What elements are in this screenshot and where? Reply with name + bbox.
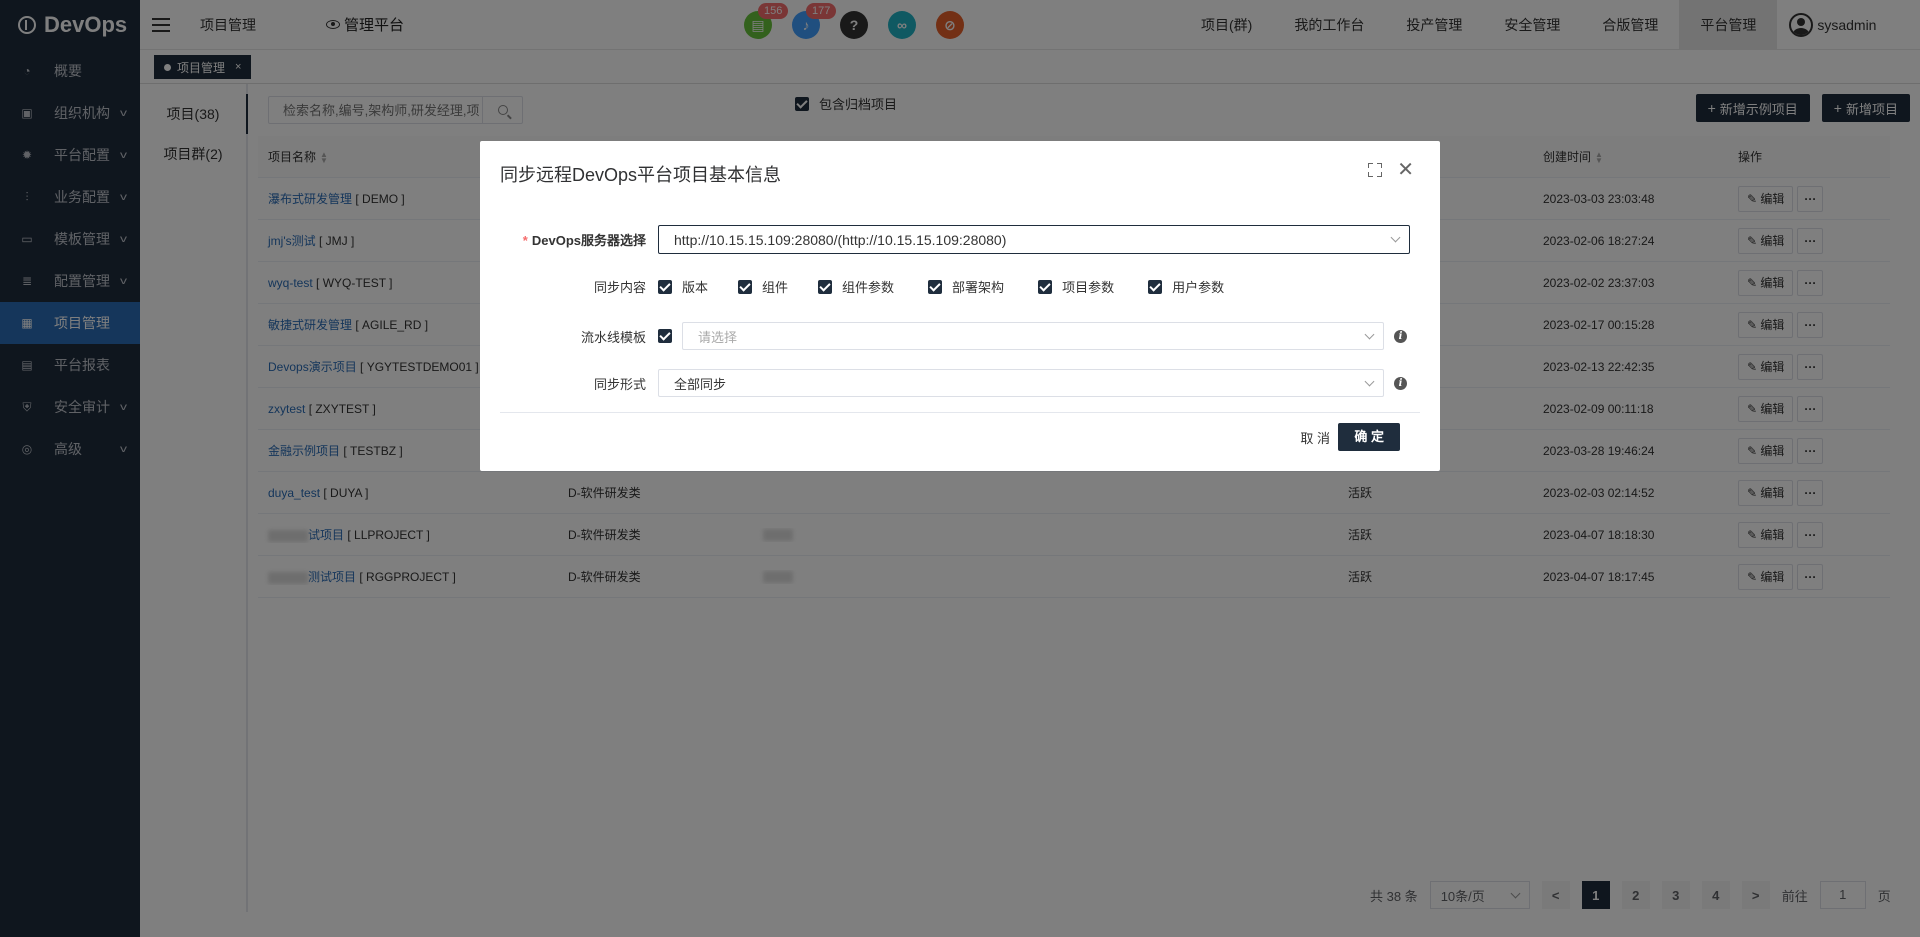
chevron-down-icon <box>1390 232 1401 243</box>
checkbox-checked-icon <box>928 279 943 294</box>
sync-item-checkbox[interactable]: 用户参数 <box>1148 277 1224 296</box>
checkbox-checked-icon <box>658 279 672 294</box>
checkbox-checked-icon <box>1038 279 1053 294</box>
sync-mode-row: 同步形式 全部同步 i <box>500 369 1407 397</box>
info-icon[interactable]: i <box>1394 376 1407 390</box>
sync-item-checkbox[interactable]: 版本 <box>658 277 708 296</box>
dialog-title: 同步远程DevOps平台项目基本信息 <box>500 165 782 185</box>
chevron-down-icon <box>1364 376 1375 386</box>
pipeline-row: 流水线模板 请选择 i <box>500 322 1407 350</box>
pipeline-label: 流水线模板 <box>580 329 646 345</box>
checkbox-checked-icon <box>818 279 833 294</box>
required-mark: * <box>522 233 528 248</box>
sync-content-row: 同步内容 版本 组件 组件参数 部署架构 项目参数 用户参数 <box>500 277 1224 296</box>
checkbox-checked-icon <box>1148 279 1163 294</box>
sync-dialog: 同步远程DevOps平台项目基本信息 ✕ * DevOps服务器选择 http:/… <box>480 141 1440 471</box>
sync-item-checkbox[interactable]: 组件 <box>738 277 788 296</box>
info-icon[interactable]: i <box>1394 329 1407 343</box>
sync-item-checkbox[interactable]: 组件参数 <box>818 277 894 296</box>
server-row: * DevOps服务器选择 http://10.15.15.109:28080/(… <box>500 225 1410 254</box>
pipeline-select[interactable]: 请选择 <box>682 322 1384 350</box>
sync-content-label: 同步内容 <box>593 280 646 295</box>
sync-item-checkbox[interactable]: 项目参数 <box>1038 277 1114 296</box>
sync-item-checkbox[interactable]: 部署架构 <box>928 277 1004 296</box>
server-label: DevOps服务器选择 <box>531 233 646 248</box>
pipeline-checkbox[interactable] <box>658 329 672 343</box>
sync-mode-select[interactable]: 全部同步 <box>658 369 1384 397</box>
fullscreen-icon[interactable] <box>1368 163 1382 177</box>
close-icon[interactable]: ✕ <box>1397 157 1414 182</box>
dialog-divider <box>500 412 1420 413</box>
cancel-button[interactable]: 取 消 <box>1290 425 1340 453</box>
server-select[interactable]: http://10.15.15.109:28080/(http://10.15.… <box>658 225 1410 254</box>
chevron-down-icon <box>1364 329 1375 339</box>
confirm-button[interactable]: 确 定 <box>1338 423 1400 451</box>
checkbox-checked-icon <box>738 279 753 294</box>
sync-mode-label: 同步形式 <box>593 376 646 392</box>
